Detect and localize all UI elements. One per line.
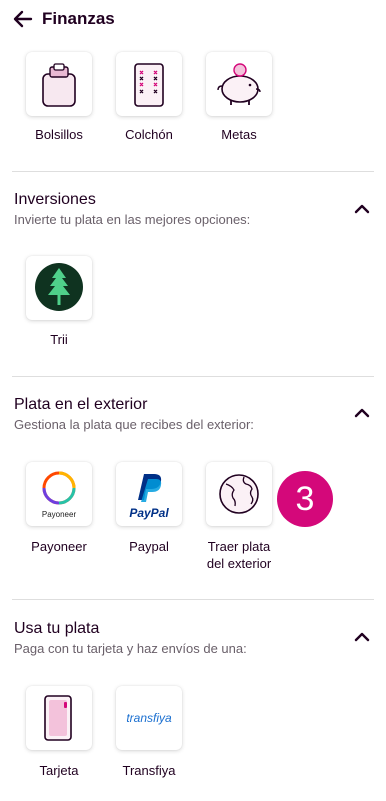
divider <box>12 376 374 377</box>
paypal-logo-text: PayPal <box>129 506 169 520</box>
piggy-bank-icon <box>217 63 261 105</box>
trii-label: Trii <box>50 332 68 347</box>
transfiya-label: Transfiya <box>122 763 176 778</box>
inversiones-title: Inversiones <box>14 191 96 208</box>
exterior-subtitle: Gestiona la plata que recibes del exteri… <box>14 417 254 432</box>
bolsillos-label: Bolsillos <box>35 127 83 142</box>
exterior-title: Plata en el exterior <box>14 396 148 413</box>
colchon-tile[interactable] <box>116 52 182 116</box>
traer-plata-label-line1: Traer plata <box>207 539 271 554</box>
payoneer-label: Payoneer <box>31 539 87 554</box>
globe-icon <box>219 474 259 514</box>
traer-plata-tile[interactable] <box>206 462 272 526</box>
transfiya-logo-text: transfiya <box>126 711 172 725</box>
transfiya-logo: transfiya <box>126 711 172 725</box>
divider <box>12 171 374 172</box>
trii-tile[interactable] <box>26 256 92 320</box>
usa-plata-collapse-button[interactable] <box>350 625 374 649</box>
chevron-up-icon <box>354 632 370 642</box>
pocket-bag-icon <box>42 63 76 107</box>
usa-plata-subtitle: Paga con tu tarjeta y haz envíos de una: <box>14 641 247 656</box>
payoneer-logo: Payoneer <box>42 471 77 519</box>
back-button[interactable] <box>10 6 36 32</box>
metas-tile[interactable] <box>206 52 272 116</box>
bolsillos-tile[interactable] <box>26 52 92 116</box>
payoneer-logo-text: Payoneer <box>42 510 77 519</box>
chevron-up-icon <box>354 204 370 214</box>
header: Finanzas <box>0 0 386 40</box>
tarjeta-label: Tarjeta <box>39 763 79 778</box>
step-badge: 3 <box>277 471 333 527</box>
traer-plata-label: Traer plata del exterior <box>196 538 282 572</box>
divider <box>12 599 374 600</box>
trii-tree-logo <box>35 263 83 311</box>
traer-plata-label-line2: del exterior <box>206 556 272 571</box>
paypal-logo: PayPal <box>129 474 169 520</box>
mattress-icon <box>134 63 164 107</box>
paypal-tile[interactable]: PayPal <box>116 462 182 526</box>
usa-plata-title: Usa tu plata <box>14 620 100 637</box>
metas-label: Metas <box>221 127 257 142</box>
inversiones-subtitle: Invierte tu plata en las mejores opcione… <box>14 212 251 227</box>
exterior-collapse-button[interactable] <box>350 401 374 425</box>
payoneer-tile[interactable]: Payoneer <box>26 462 92 526</box>
paypal-label: Paypal <box>129 539 169 554</box>
tarjeta-tile[interactable] <box>26 686 92 750</box>
transfiya-tile[interactable]: transfiya <box>116 686 182 750</box>
colchon-label: Colchón <box>125 127 173 142</box>
arrow-left-icon <box>13 10 33 28</box>
card-icon <box>44 695 72 741</box>
chevron-up-icon <box>354 408 370 418</box>
inversiones-collapse-button[interactable] <box>350 197 374 221</box>
page-title: Finanzas <box>42 9 115 28</box>
